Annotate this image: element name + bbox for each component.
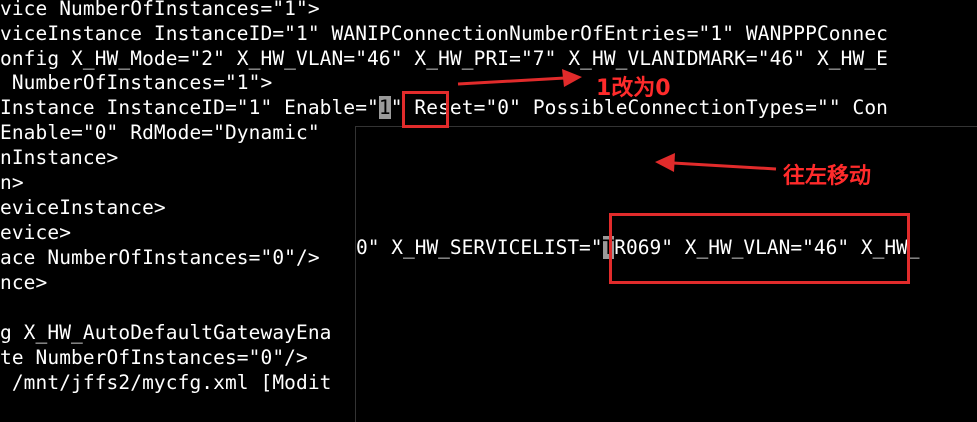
move-left-annotation: 往左移动 (783, 164, 872, 189)
arrow-icon (457, 69, 777, 172)
change-annotation: 1改为0 (596, 76, 671, 101)
